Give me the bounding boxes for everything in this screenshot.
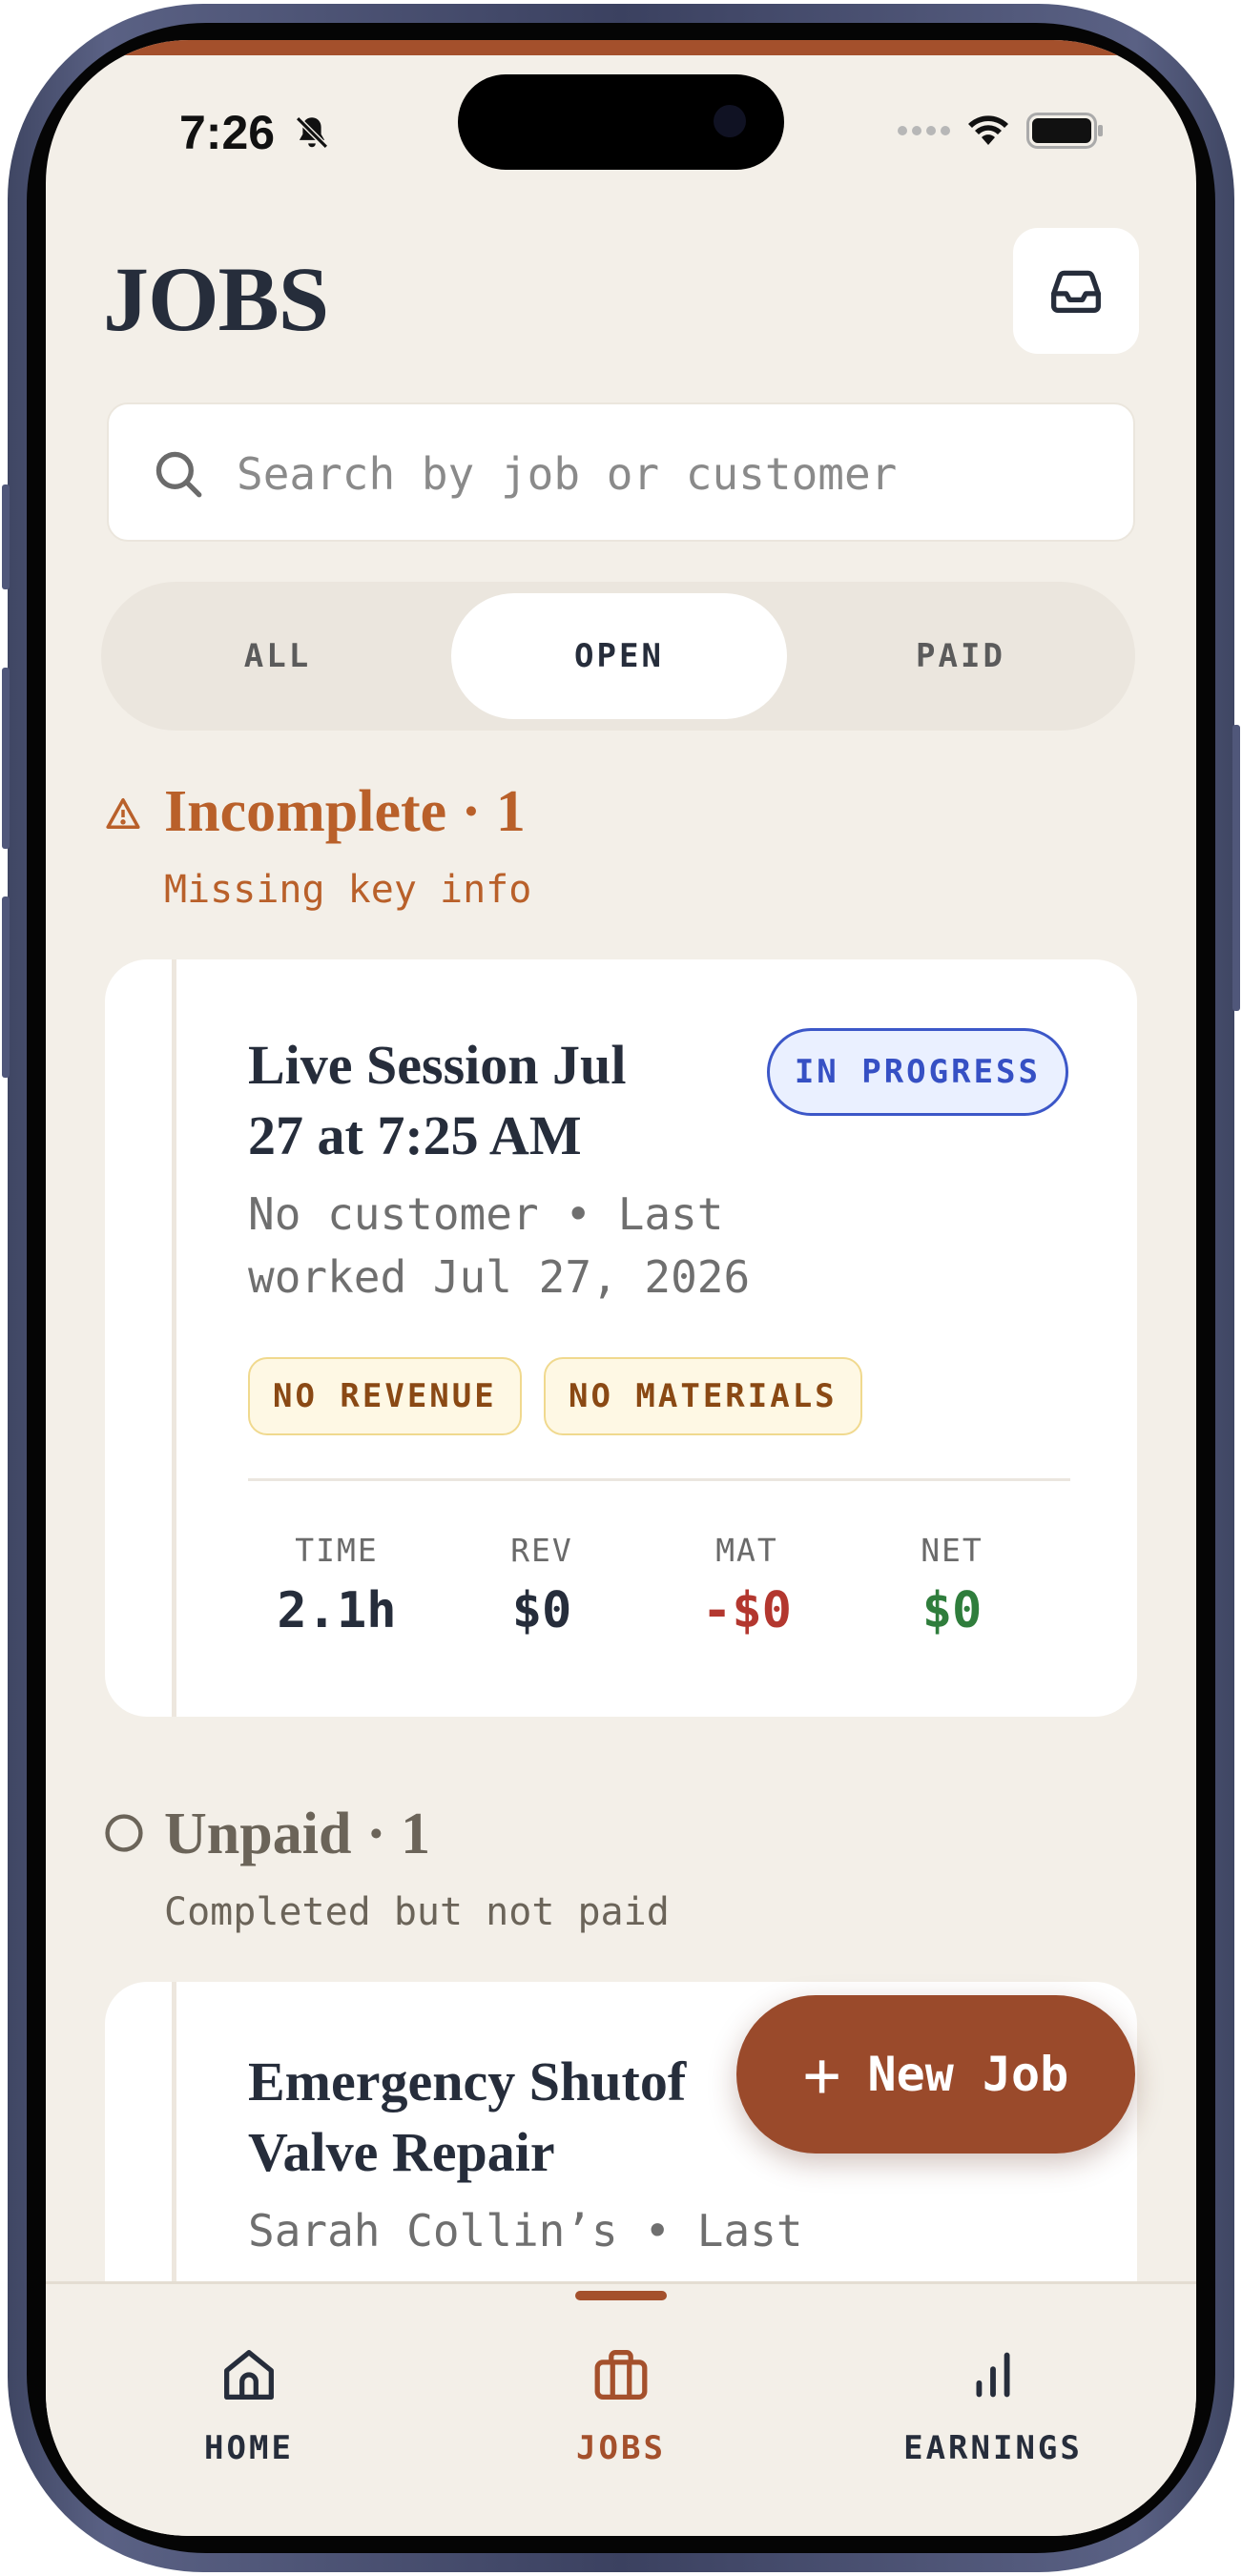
inbox-icon: [1051, 270, 1101, 314]
action-button: [2, 484, 10, 589]
section-subtitle-unpaid: Completed but not paid: [164, 1890, 670, 1934]
silent-bell-icon: [296, 116, 328, 149]
bottom-nav: HOME JOBS EARNINGS: [46, 2281, 1196, 2536]
job-title: Emergency Shutof Valve Repair: [248, 2050, 687, 2183]
top-accent-bar: [46, 40, 1196, 55]
status-icons: [898, 113, 1105, 149]
stat-revenue: REV $0: [510, 1532, 573, 1639]
volume-up-button: [2, 668, 10, 849]
search-icon: [155, 451, 202, 498]
stat-materials: MAT -$0: [702, 1532, 792, 1639]
search-input[interactable]: Search by job or customer: [107, 402, 1135, 542]
battery-icon: [1026, 113, 1103, 149]
bar-chart-icon: [976, 2352, 1010, 2398]
cellular-dots-icon: [898, 126, 950, 135]
volume-down-button: [2, 896, 10, 1078]
tab-paid[interactable]: PAID: [794, 582, 1128, 731]
tab-all[interactable]: ALL: [111, 582, 445, 731]
app-screen: 7:26 JOBS Search by job or customer ALL …: [46, 40, 1196, 2536]
briefcase-icon: [594, 2350, 648, 2400]
warning-icon: [106, 798, 140, 829]
stat-net: NET $0: [921, 1532, 983, 1639]
dynamic-island: [458, 74, 784, 170]
stat-time: TIME 2.1h: [277, 1532, 397, 1639]
active-tab-indicator: [575, 2291, 667, 2300]
nav-item-home[interactable]: HOME: [125, 2341, 373, 2467]
new-job-button[interactable]: + New Job: [736, 1995, 1135, 2154]
section-title-unpaid: Unpaid · 1: [164, 1802, 431, 1866]
job-title: Live Session Jul 27 at 7:25 AM: [248, 1034, 627, 1166]
power-button: [1232, 725, 1240, 1011]
job-card[interactable]: Live Session Jul 27 at 7:25 AM IN PROGRE…: [105, 959, 1137, 1717]
warning-chip-no-revenue: NO REVENUE: [248, 1357, 522, 1435]
status-time: 7:26: [179, 106, 276, 159]
circle-status-icon: [105, 1814, 143, 1852]
page-title: JOBS: [103, 248, 329, 350]
nav-item-jobs[interactable]: JOBS: [497, 2341, 745, 2467]
search-placeholder: Search by job or customer: [237, 448, 898, 500]
section-subtitle-incomplete: Missing key info: [164, 868, 532, 912]
plus-icon: +: [802, 2037, 841, 2112]
job-meta: No customer • Last worked Jul 27, 2026: [248, 1188, 751, 1303]
status-badge: IN PROGRESS: [766, 1028, 1068, 1116]
card-divider: [248, 1478, 1070, 1481]
tab-open[interactable]: OPEN: [451, 593, 787, 719]
job-meta: Sarah Collin’s • Last: [248, 2205, 803, 2257]
inbox-button[interactable]: [1013, 228, 1139, 354]
wifi-icon: [968, 115, 1008, 145]
filter-tabs: ALL OPEN PAID: [101, 582, 1135, 731]
section-title-incomplete: Incomplete · 1: [164, 779, 526, 844]
home-icon: [224, 2350, 274, 2400]
nav-item-earnings[interactable]: EARNINGS: [869, 2341, 1117, 2467]
warning-chip-no-materials: NO MATERIALS: [544, 1357, 862, 1435]
